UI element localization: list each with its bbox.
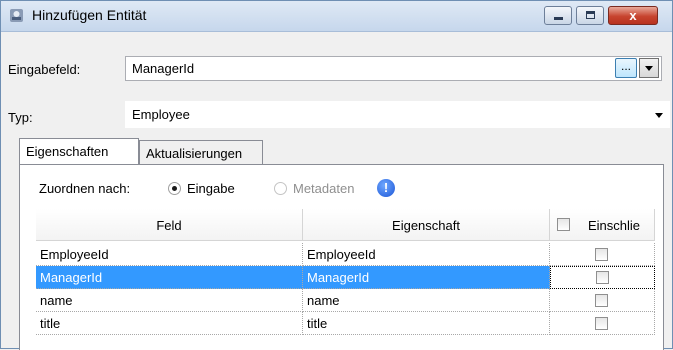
- cell-include: [550, 266, 655, 289]
- input-field-label: Eingabefeld:: [8, 62, 81, 77]
- add-entity-dialog: Hinzufügen Entität x Eingabefeld: Manage…: [0, 0, 673, 350]
- type-select-value: Employee: [132, 107, 190, 122]
- radio-metadata-label[interactable]: Metadaten: [293, 181, 354, 196]
- table-row[interactable]: title title: [36, 312, 655, 335]
- cell-field[interactable]: EmployeeId: [36, 243, 303, 266]
- cell-field[interactable]: name: [36, 289, 303, 312]
- cell-include: [550, 243, 655, 266]
- table-row[interactable]: ManagerId ManagerId: [36, 266, 655, 289]
- window-title: Hinzufügen Entität: [32, 7, 147, 23]
- cell-field[interactable]: ManagerId: [36, 266, 303, 289]
- column-header-include[interactable]: Einschlie: [550, 209, 655, 241]
- tab-properties[interactable]: Eigenschaften: [19, 138, 139, 164]
- radio-metadata[interactable]: [274, 182, 287, 195]
- maximize-button[interactable]: [576, 6, 604, 25]
- include-checkbox[interactable]: [596, 271, 609, 284]
- properties-grid: Feld Eigenschaft Einschlie EmployeeId Em…: [36, 209, 655, 350]
- close-icon: x: [629, 8, 637, 23]
- include-checkbox[interactable]: [595, 248, 608, 261]
- input-field[interactable]: ManagerId: [125, 56, 662, 81]
- chevron-down-icon: [645, 66, 653, 71]
- mapping-label: Zuordnen nach:: [39, 181, 131, 196]
- close-button[interactable]: x: [608, 6, 658, 25]
- table-row[interactable]: EmployeeId EmployeeId: [36, 243, 655, 266]
- title-bar[interactable]: Hinzufügen Entität x: [1, 1, 672, 32]
- input-field-value: ManagerId: [132, 61, 195, 76]
- tab-updates-label: Aktualisierungen: [146, 146, 243, 161]
- cell-include: [550, 312, 655, 335]
- cell-property[interactable]: title: [303, 312, 550, 335]
- minimize-icon: [554, 17, 563, 20]
- include-checkbox[interactable]: [595, 317, 608, 330]
- radio-input-label[interactable]: Eingabe: [187, 181, 235, 196]
- chevron-down-icon: [655, 113, 663, 118]
- column-header-property[interactable]: Eigenschaft: [303, 209, 550, 241]
- cell-field[interactable]: title: [36, 312, 303, 335]
- cell-property[interactable]: name: [303, 289, 550, 312]
- cell-property[interactable]: EmployeeId: [303, 243, 550, 266]
- info-icon[interactable]: !: [377, 179, 395, 197]
- cell-include: [550, 289, 655, 312]
- tab-updates[interactable]: Aktualisierungen: [139, 140, 263, 164]
- minimize-button[interactable]: [544, 6, 572, 25]
- app-icon: [10, 9, 23, 22]
- type-label: Typ:: [8, 110, 33, 125]
- input-field-dropdown-button[interactable]: [639, 58, 659, 78]
- type-select[interactable]: Employee: [125, 101, 670, 128]
- maximize-icon: [586, 11, 595, 19]
- radio-input[interactable]: [168, 182, 181, 195]
- cell-property[interactable]: ManagerId: [303, 266, 550, 289]
- include-checkbox[interactable]: [595, 294, 608, 307]
- browse-button[interactable]: ...: [615, 58, 637, 78]
- tab-properties-label: Eigenschaften: [26, 144, 109, 159]
- table-row[interactable]: name name: [36, 289, 655, 312]
- column-header-field[interactable]: Feld: [36, 209, 303, 241]
